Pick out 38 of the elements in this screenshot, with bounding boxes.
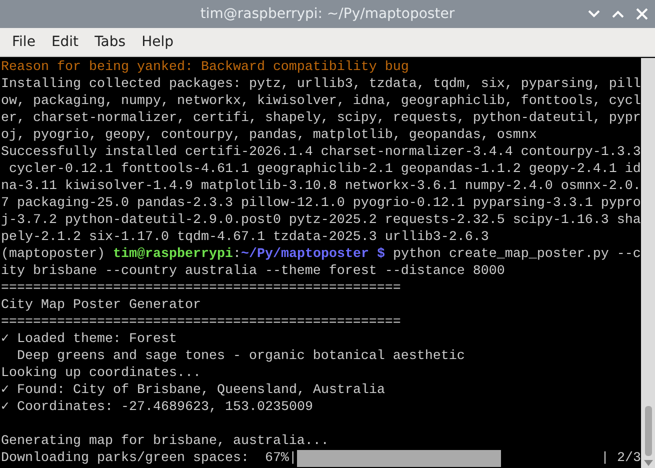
close-button[interactable] xyxy=(635,7,649,21)
menu-item[interactable]: Help xyxy=(134,31,182,53)
scrollbar-thumb[interactable] xyxy=(644,406,652,456)
menu-item[interactable]: Edit xyxy=(43,31,87,53)
terminal-line: ✓ Loaded theme: Forest xyxy=(1,331,178,348)
terminal-line: Successfully installed certifi-2026.1.4 charset-normalizer-3.4.4 contourpy-1.3.3 xyxy=(1,144,641,161)
terminal-line: 7 packaging-25.0 pandas-2.3.3 pillow-12.1.0 pyogrio-0.12.1 pyparsing-3.3.1 pypro xyxy=(1,195,641,212)
scrollbar[interactable] xyxy=(641,58,655,468)
terminal-line: pely-2.1.2 six-1.17.0 tqdm-4.67.1 tzdata-2025.3 urllib3-2.6.3 xyxy=(1,229,490,246)
terminal-line: City Map Poster Generator xyxy=(1,297,202,314)
menu-item[interactable]: Tabs xyxy=(86,31,134,53)
terminal-line: ✓ Coordinates: -27.4689623, 153.0235009 xyxy=(1,399,314,416)
progress-count: | 2/3 xyxy=(601,450,641,467)
terminal-line: ================================================== xyxy=(1,314,402,331)
window-title: tim@raspberrypi: ~/Py/maptoposter xyxy=(200,6,455,22)
terminal-line: cycler-0.12.1 fonttools-4.61.1 geographiclib-2.1 geopandas-1.1.2 geopy-2.4.1 id xyxy=(8,161,641,178)
terminal-line: ity brisbane --country australia --theme forest --distance 8000 xyxy=(1,263,506,280)
terminal-line: Looking up coordinates... xyxy=(1,365,202,382)
terminal-line: ================================================== xyxy=(1,280,402,297)
terminal-line: Generating map for brisbane, australia... xyxy=(1,433,330,450)
terminal-line: j-3.7.2 python-dateutil-2.9.0.post0 pytz-2025.2 requests-2.32.5 scipy-1.16.3 sha xyxy=(1,212,641,229)
terminal-line: ow, packaging, numpy, networkx, kiwisolver, idna, geographiclib, fonttools, cycl xyxy=(1,93,641,110)
prompt-symbol: $ xyxy=(376,246,385,263)
terminal-line: Deep greens and sage tones - organic botanical aesthetic xyxy=(16,348,466,365)
terminal-line: na-3.11 kiwisolver-1.4.9 matplotlib-3.10.8 networkx-3.6.1 numpy-2.4.0 osmnx-2.0. xyxy=(1,178,641,195)
terminal-line: oj, pyogrio, geopy, contourpy, pandas, matplotlib, geopandas, osmnx xyxy=(1,127,538,144)
prompt-separator: : xyxy=(232,246,241,263)
terminal-line: Reason for being yanked: Backward compatibility bug xyxy=(1,59,410,76)
scroll-down-icon[interactable] xyxy=(644,460,652,466)
command-text: python create_map_poster.py --c xyxy=(392,246,641,263)
prompt-env: (maptoposter) xyxy=(1,246,106,263)
terminal-line: Installing collected packages: pytz, urllib3, tzdata, tqdm, six, pyparsing, pill xyxy=(1,76,641,93)
menu-item[interactable]: File xyxy=(4,31,44,53)
progress-label: Downloading parks/green spaces: 67%| xyxy=(1,450,297,467)
terminal-line: er, charset-normalizer, certifi, shapely, scipy, requests, python-dateutil, pypr xyxy=(1,110,641,127)
prompt-path: ~/Py/maptoposter xyxy=(240,246,369,263)
terminal-line: ✓ Found: City of Brisbane, Queensland, Australia xyxy=(1,382,386,399)
prompt-user: tim@raspberrypi xyxy=(112,246,233,263)
